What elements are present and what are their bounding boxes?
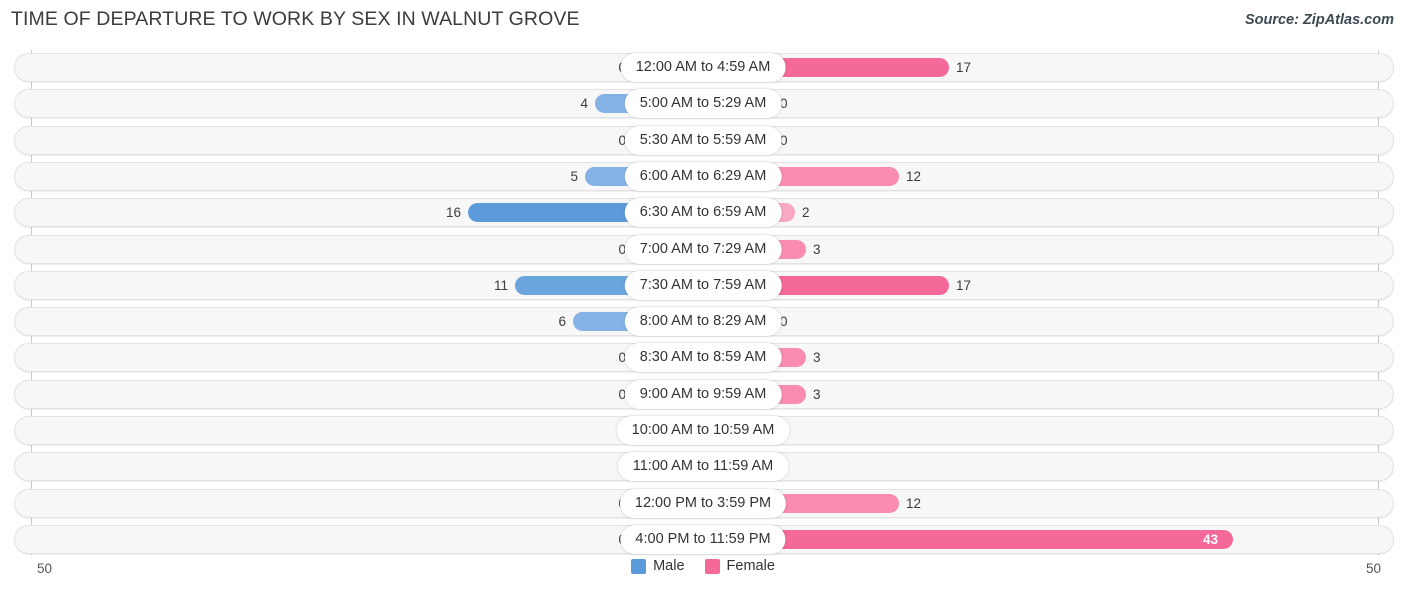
bar-row: 0 3 9:00 AM to 9:59 AM	[0, 379, 1406, 409]
bar-value-female: 12	[906, 495, 922, 511]
legend-label-female: Female	[726, 558, 775, 574]
bar-value-male: 11	[493, 277, 508, 293]
bar-value-female: 17	[956, 277, 972, 293]
category-label: 12:00 AM to 4:59 AM	[620, 53, 786, 82]
category-label: 8:00 AM to 8:29 AM	[624, 307, 782, 337]
bar-row: 0 3 8:30 AM to 8:59 AM	[0, 343, 1406, 373]
bar-row: 01712:00 AM to 4:59 AM	[0, 53, 1406, 82]
bar-row: 0 3 7:00 AM to 7:29 AM	[0, 234, 1406, 264]
source-attribution: Source: ZipAtlas.com	[1244, 12, 1394, 28]
bar-value-male: 4	[580, 96, 588, 112]
bar-row: 01212:00 PM to 3:59 PM	[0, 488, 1406, 518]
bar-value-male: 5	[570, 168, 578, 184]
bar-row: 11 17 7:30 AM to 7:59 AM	[0, 270, 1406, 300]
bar-value-female: 2	[802, 205, 810, 221]
bar-row: 0010:00 AM to 10:59 AM	[0, 416, 1406, 445]
category-label: 7:30 AM to 7:59 AM	[624, 270, 782, 300]
legend-label-male: Male	[653, 558, 685, 574]
category-label: 11:00 AM to 11:59 AM	[617, 452, 789, 482]
page-title: TIME OF DEPARTURE TO WORK BY SEX IN WALN…	[11, 8, 580, 30]
bar-row: 16 2 6:30 AM to 6:59 AM	[0, 198, 1406, 228]
category-label: 6:30 AM to 6:59 AM	[624, 198, 782, 228]
bar-row: 6 0 8:00 AM to 8:29 AM	[0, 307, 1406, 337]
category-label: 9:00 AM to 9:59 AM	[624, 379, 782, 409]
bar-row: 5 12 6:00 AM to 6:29 AM	[0, 161, 1406, 191]
category-label: 4:00 PM to 11:59 PM	[620, 524, 786, 554]
legend-item-female[interactable]: Female	[704, 558, 775, 574]
category-label: 12:00 PM to 3:59 PM	[619, 488, 787, 518]
bar-row: 4 0 5:00 AM to 5:29 AM	[0, 89, 1406, 119]
bar-row: 0434:00 PM to 11:59 PM	[0, 524, 1406, 554]
legend-item-male[interactable]: Male	[631, 558, 685, 574]
chart-root: TIME OF DEPARTURE TO WORK BY SEX IN WALN…	[0, 0, 1406, 594]
bar-value-male: 16	[445, 205, 461, 221]
bar-value-female: 43	[1203, 531, 1219, 547]
bar-value-female: 3	[813, 241, 821, 257]
bar-value-female: 17	[956, 60, 972, 75]
category-label: 8:30 AM to 8:59 AM	[624, 343, 782, 373]
category-label: 7:00 AM to 7:29 AM	[624, 234, 782, 264]
bar-value-male: 6	[558, 314, 566, 330]
category-label: 10:00 AM to 10:59 AM	[616, 416, 790, 445]
legend-swatch-female	[704, 558, 720, 574]
category-label: 6:00 AM to 6:29 AM	[624, 161, 782, 191]
bar-value-female: 3	[813, 350, 821, 366]
bar-value-female: 12	[906, 168, 922, 184]
bar-row: 0 0 5:30 AM to 5:59 AM	[0, 125, 1406, 155]
legend-swatch-male	[631, 558, 647, 574]
bar-value-female: 3	[813, 386, 821, 402]
chart-legend: Male Female	[0, 558, 1406, 574]
category-label: 5:00 AM to 5:29 AM	[624, 89, 782, 119]
bar-row: 0011:00 AM to 11:59 AM	[0, 452, 1406, 482]
plot-area: 01712:00 AM to 4:59 AM405:00 AM to 5:29 …	[0, 50, 1406, 555]
category-label: 5:30 AM to 5:59 AM	[624, 125, 782, 155]
